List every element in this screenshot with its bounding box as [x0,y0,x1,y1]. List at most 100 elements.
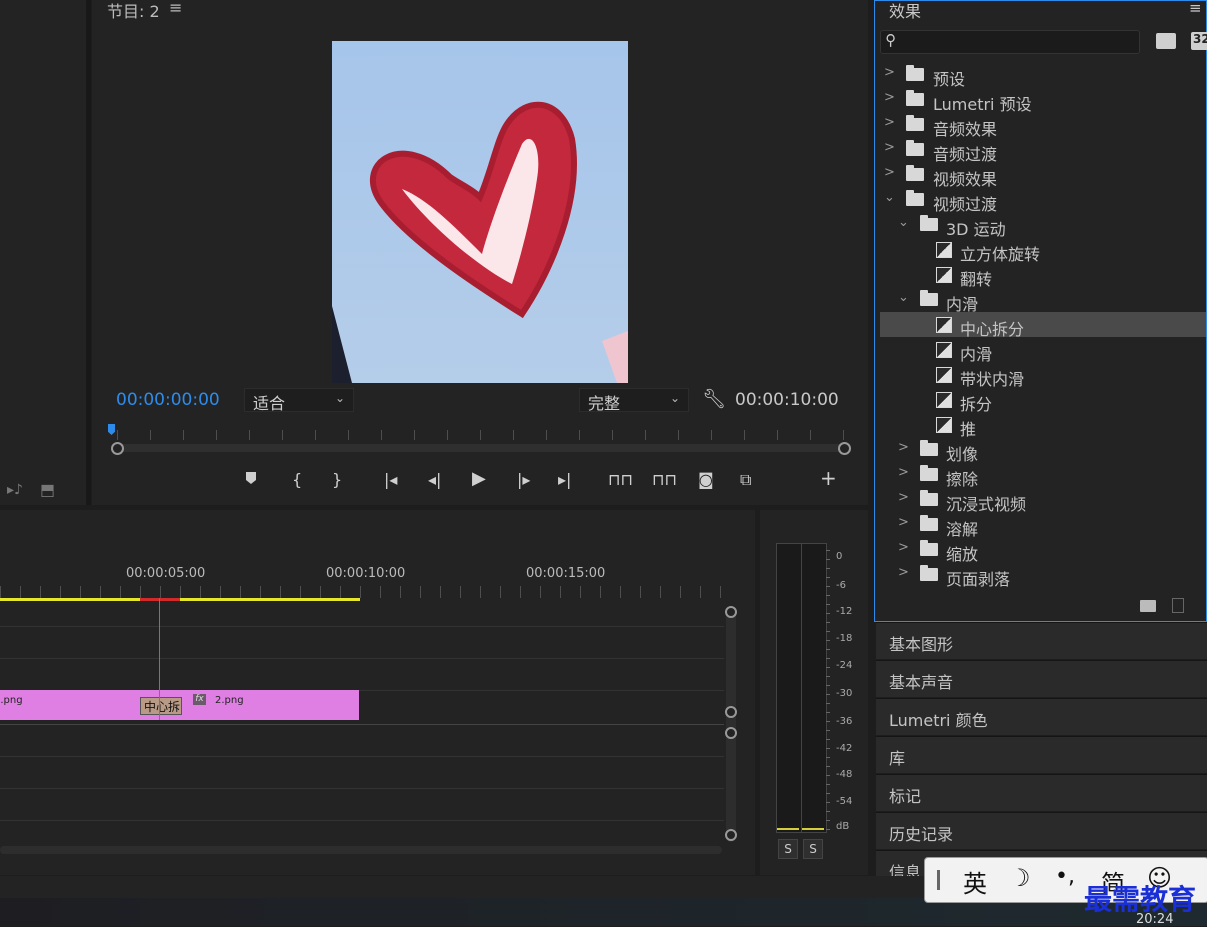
tree-row-slide[interactable]: ⌄ 内滑 [880,287,1206,314]
tree-row-lumetri-presets[interactable]: > Lumetri 预设 [880,87,1206,114]
zoom-handle-right[interactable] [838,442,851,455]
panel-divider [86,0,91,505]
tree-row-cube-spin[interactable]: 立方体旋转 [880,237,1206,264]
work-area-bar[interactable] [0,598,360,601]
tree-row-wipe[interactable]: > 擦除 [880,462,1206,489]
ruler-label-10s: 00:00:10:00 [326,566,406,581]
clip-1[interactable]: 1.png [0,690,160,720]
panel-menu-icon[interactable]: ≡ [169,0,182,17]
clip-2[interactable]: fx 2.png [160,690,359,720]
tree-row-audio-effects[interactable]: > 音频效果 [880,112,1206,139]
mark-in-icon[interactable]: { [292,470,302,489]
fit-dropdown-value: 适合 [253,394,286,413]
scroll-handle-top[interactable] [725,606,737,618]
go-to-in-icon[interactable]: |◂ [384,470,397,489]
section-label: Lumetri 颜色 [889,711,988,730]
section-history[interactable]: 历史记录 [876,812,1207,849]
quality-dropdown-value: 完整 [588,394,621,413]
tree-row-immersive-video[interactable]: > 沉浸式视频 [880,487,1206,514]
duration-timecode: 00:00:10:00 [735,390,839,410]
step-forward-icon[interactable]: |▸ [517,470,530,489]
tree-row-page-peel[interactable]: > 页面剥落 [880,562,1206,589]
wrench-icon[interactable]: 🔧︎ [702,387,726,410]
tree-row-center-split[interactable]: 中心拆分 [880,312,1206,339]
horizontal-scrollbar[interactable] [0,846,722,854]
section-lumetri-color[interactable]: Lumetri 颜色 [876,698,1207,735]
extract-icon[interactable]: ⊓⊓ [652,470,677,489]
tree-row-presets[interactable]: > 预设 [880,62,1206,89]
effects-tree: > 预设 > Lumetri 预设 > 音频效果 > 音频过渡 > 视频效果 ⌄… [880,61,1206,591]
section-essential-sound[interactable]: 基本声音 [876,660,1207,697]
export-frame-icon[interactable]: ⬒ [40,480,55,499]
zoom-handle-left[interactable] [111,442,124,455]
effects-panel: 效果 ≡ ⚲ 32 > 预设 > Lumetri 预设 > 音频效果 > 音频过… [874,0,1207,622]
solo-right-button[interactable]: S [803,839,823,859]
section-essential-graphics[interactable]: 基本图形 [876,622,1207,659]
audio-only-icon[interactable]: ▸♪ [7,482,23,498]
preset-folder-icon [906,90,924,106]
quality-dropdown[interactable]: 完整 ⌄ [579,388,689,413]
ime-drag-handle[interactable] [937,870,940,890]
track-divider [0,820,724,821]
step-back-icon[interactable]: ◂| [428,470,441,489]
tree-row-iris[interactable]: > 划像 [880,437,1206,464]
transition-center-split[interactable]: 中心拆 [140,697,182,715]
scroll-handle-bottom[interactable] [725,829,737,841]
scroll-handle-mid1[interactable] [725,706,737,718]
new-bin-icon[interactable] [1140,600,1156,612]
go-to-out-icon[interactable]: ▸| [558,470,571,489]
tree-row-push[interactable]: 推 [880,412,1206,439]
effects-search-field[interactable]: ⚲ [880,30,1140,54]
program-monitor-title[interactable]: 节目: 2 [107,0,160,22]
vertical-scrollbar[interactable] [726,610,736,842]
mark-out-icon[interactable]: } [332,470,342,489]
playhead-marker[interactable] [108,424,115,435]
accelerated-effects-icon[interactable] [1156,33,1176,49]
fit-dropdown[interactable]: 适合 ⌄ [244,388,354,413]
solo-left-button[interactable]: S [778,839,798,859]
fx-badge[interactable]: fx [193,694,206,705]
ime-language-toggle[interactable]: 英 [963,864,987,899]
chevron-down-icon: ⌄ [898,215,909,230]
track-divider [0,724,724,725]
render-bar-red [140,598,180,601]
tree-row-video-effects[interactable]: > 视频效果 [880,162,1206,189]
zoom-scrollbar[interactable] [114,444,844,452]
camera-icon[interactable]: ◙ [698,470,714,489]
ime-punctuation-icon[interactable]: •, [1055,864,1075,889]
tree-row-flip[interactable]: 翻转 [880,262,1206,289]
tree-row-slide-transition[interactable]: 内滑 [880,337,1206,364]
compare-icon[interactable]: ⧉ [740,470,751,490]
play-icon[interactable]: ▶ [472,468,486,489]
tree-row-video-transitions[interactable]: ⌄ 视频过渡 [880,187,1206,214]
tree-row-zoom[interactable]: > 缩放 [880,537,1206,564]
section-label: 标记 [889,787,922,806]
chevron-down-icon: ⌄ [884,190,895,205]
folder-icon [906,165,924,181]
current-timecode[interactable]: 00:00:00:00 [116,390,220,410]
lift-icon[interactable]: ⊓⊓ [608,470,633,489]
tree-row-band-slide[interactable]: 带状内滑 [880,362,1206,389]
scroll-handle-mid2[interactable] [725,727,737,739]
clip-2-name: 2.png [215,695,244,706]
tree-row-3d-motion[interactable]: ⌄ 3D 运动 [880,212,1206,239]
folder-icon [906,115,924,131]
tree-row-audio-transitions[interactable]: > 音频过渡 [880,137,1206,164]
32bit-effects-icon[interactable]: 32 [1191,32,1207,50]
clip-1-name: 1.png [0,695,23,706]
ime-halfwidth-icon[interactable]: ☽ [1009,864,1031,892]
section-libraries[interactable]: 库 [876,736,1207,773]
ruler-label-15s: 00:00:15:00 [526,566,606,581]
chevron-right-icon: > [884,165,895,180]
section-markers[interactable]: 标记 [876,774,1207,811]
folder-icon [906,190,924,206]
trash-icon[interactable] [1172,598,1184,613]
transition-label: 中心拆 [144,700,181,714]
effects-menu-icon[interactable]: ≡ [1189,0,1202,17]
marker-icon[interactable] [244,470,258,484]
marker-shape [246,472,256,484]
effects-panel-title[interactable]: 效果 [889,0,921,22]
tree-row-split[interactable]: 拆分 [880,387,1206,414]
add-button-icon[interactable]: + [820,466,837,490]
tree-row-dissolve[interactable]: > 溶解 [880,512,1206,539]
